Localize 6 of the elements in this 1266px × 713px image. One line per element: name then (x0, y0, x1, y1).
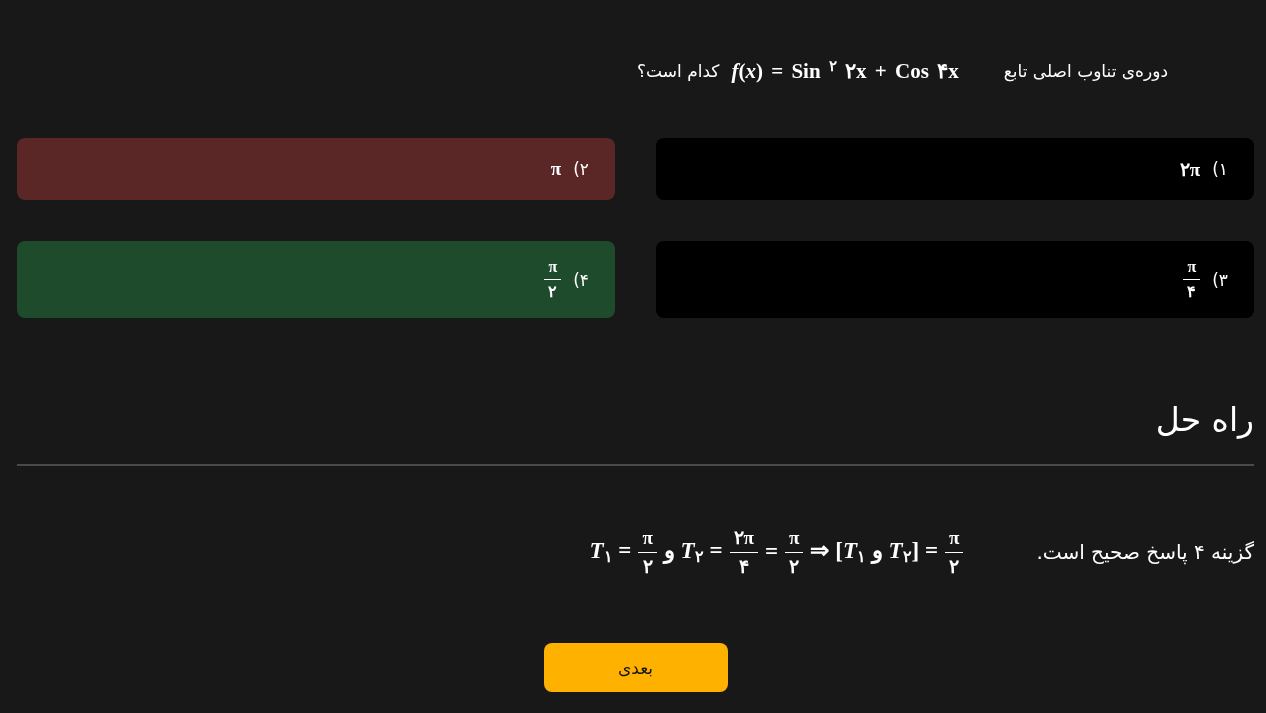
solution-text: گزینه ۴ پاسخ صحیح است. (1036, 540, 1254, 564)
answer-option[interactable]: ۱) ۲π (656, 138, 1254, 200)
question-text: دوره‌ی تناوب اصلی تابع (1003, 61, 1168, 81)
next-button[interactable]: بعدی (543, 643, 728, 692)
section-heading: راه حل (1155, 399, 1254, 441)
question-text: کدام است؟ (637, 61, 720, 81)
